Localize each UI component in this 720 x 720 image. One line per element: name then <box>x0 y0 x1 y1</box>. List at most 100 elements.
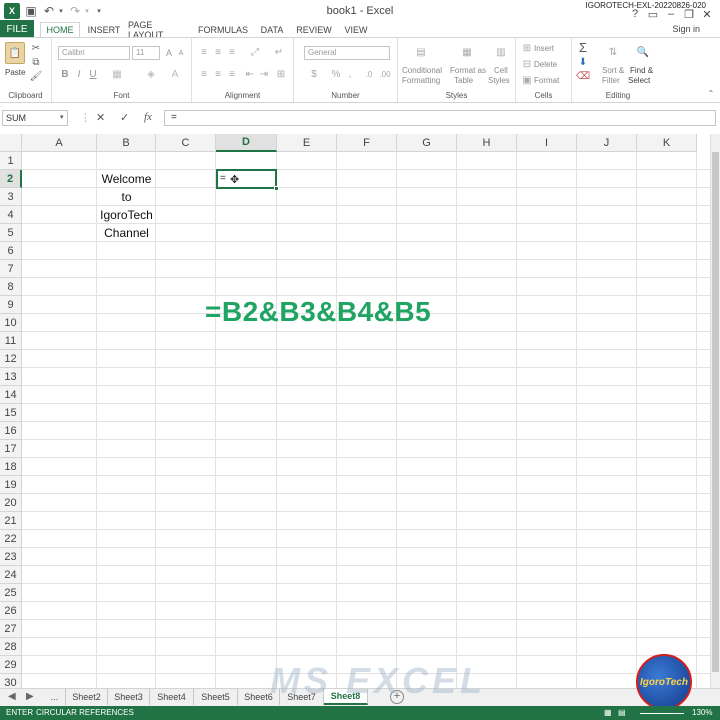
sort-filter-icon[interactable]: ⇅ <box>604 42 622 62</box>
delete-cells-label[interactable]: Delete <box>534 60 557 69</box>
align-left-icon[interactable]: ≡ <box>198 68 210 80</box>
row-header[interactable]: 20 <box>0 494 22 512</box>
paste-icon[interactable]: 📋 <box>5 42 25 64</box>
increase-indent-icon[interactable]: ⇥ <box>258 68 270 80</box>
row-header[interactable]: 12 <box>0 350 22 368</box>
conditional-formatting-label-2[interactable]: Formatting <box>402 76 440 85</box>
insert-function-button[interactable]: fx <box>144 111 152 123</box>
column-header[interactable]: D <box>216 134 277 152</box>
sheet-tab-ellipsis[interactable]: ... <box>44 689 66 705</box>
format-cells-label[interactable]: Format <box>534 76 559 85</box>
cancel-entry-button[interactable]: ✕ <box>96 111 105 124</box>
row-header[interactable]: 8 <box>0 278 22 296</box>
increase-font-icon[interactable]: A <box>164 47 174 59</box>
insert-cells-label[interactable]: Insert <box>534 44 554 53</box>
format-painter-icon[interactable]: 🖌 <box>30 70 43 82</box>
delete-cells-icon[interactable]: ⊟ <box>522 59 532 70</box>
row-header[interactable]: 2 <box>0 170 22 188</box>
row-header[interactable]: 7 <box>0 260 22 278</box>
number-format-select[interactable]: General <box>304 46 390 60</box>
paste-label[interactable]: Paste <box>5 68 25 77</box>
fill-icon[interactable]: ⬇ <box>576 56 590 68</box>
close-icon[interactable]: ✕ <box>700 8 714 21</box>
row-header[interactable]: 19 <box>0 476 22 494</box>
tab-file[interactable]: FILE <box>0 20 34 38</box>
insert-cells-icon[interactable]: ⊞ <box>522 43 532 54</box>
row-header[interactable]: 21 <box>0 512 22 530</box>
cell-b4[interactable]: IgoroTech <box>97 206 156 224</box>
column-header[interactable]: I <box>517 134 577 152</box>
zoom-level[interactable]: 130% <box>692 708 712 717</box>
find-select-label-1[interactable]: Find & <box>630 66 653 75</box>
tab-page-layout[interactable]: PAGE LAYOUT <box>128 20 190 40</box>
normal-view-icon[interactable]: ▦ <box>604 708 612 717</box>
row-header[interactable]: 5 <box>0 224 22 242</box>
column-header[interactable]: E <box>277 134 337 152</box>
borders-icon[interactable]: ▦ <box>110 68 124 80</box>
zoom-slider[interactable] <box>640 713 684 714</box>
cell-styles-icon[interactable]: ▥ <box>492 42 510 62</box>
confirm-entry-button[interactable]: ✓ <box>120 111 129 124</box>
row-header[interactable]: 13 <box>0 368 22 386</box>
percent-button[interactable]: % <box>330 68 342 80</box>
align-middle-icon[interactable]: ≡ <box>212 46 224 58</box>
help-icon[interactable]: ? <box>628 8 642 20</box>
tab-review[interactable]: REVIEW <box>294 22 334 38</box>
merge-center-icon[interactable]: ⊞ <box>274 68 288 80</box>
row-header[interactable]: 14 <box>0 386 22 404</box>
orientation-icon[interactable]: ⤢ <box>248 46 262 58</box>
decrease-indent-icon[interactable]: ⇤ <box>244 68 256 80</box>
row-header[interactable]: 4 <box>0 206 22 224</box>
worksheet-grid[interactable]: A B C D E F G H I J K 1 2 3 4 5 6 7 8 9 10 11 12 13 14 15 16 17 18 19… <box>0 134 720 690</box>
row-header[interactable]: 15 <box>0 404 22 422</box>
row-header[interactable]: 1 <box>0 152 22 170</box>
conditional-formatting-icon[interactable]: ▤ <box>412 42 430 62</box>
column-header[interactable]: C <box>156 134 216 152</box>
format-cells-icon[interactable]: ▣ <box>522 75 532 86</box>
next-sheet-icon[interactable]: ▶ <box>26 691 34 702</box>
tab-formulas[interactable]: FORMULAS <box>196 22 250 38</box>
collapse-ribbon-icon[interactable]: ⌃ <box>706 88 716 98</box>
column-header[interactable]: B <box>97 134 156 152</box>
format-as-table-label-1[interactable]: Format as <box>450 66 486 75</box>
sheet-tab-sheet4[interactable]: Sheet4 <box>150 689 194 705</box>
conditional-formatting-label-1[interactable]: Conditional <box>402 66 442 75</box>
font-name-select[interactable]: Calibri <box>58 46 130 60</box>
cut-icon[interactable]: ✂ <box>30 42 42 54</box>
align-top-icon[interactable]: ≡ <box>198 46 210 58</box>
row-header[interactable]: 25 <box>0 584 22 602</box>
row-header[interactable]: 9 <box>0 296 22 314</box>
row-header[interactable]: 18 <box>0 458 22 476</box>
clear-icon[interactable]: ⌫ <box>576 70 590 82</box>
row-header[interactable]: 10 <box>0 314 22 332</box>
row-header[interactable]: 3 <box>0 188 22 206</box>
find-select-icon[interactable]: 🔍 <box>634 42 652 62</box>
active-cell-d2[interactable]: = ✥ <box>216 169 279 191</box>
page-layout-view-icon[interactable]: ▤ <box>618 708 626 717</box>
row-header[interactable]: 23 <box>0 548 22 566</box>
column-header[interactable]: A <box>22 134 97 152</box>
column-header[interactable]: J <box>577 134 637 152</box>
wrap-text-icon[interactable]: ↵ <box>272 46 286 58</box>
cell-styles-label-1[interactable]: Cell <box>494 66 508 75</box>
circular-references-status[interactable]: CIRCULAR REFERENCES <box>36 708 134 717</box>
sort-filter-label-2[interactable]: Filter <box>602 76 620 85</box>
column-header[interactable]: F <box>337 134 397 152</box>
align-bottom-icon[interactable]: ≡ <box>226 46 238 58</box>
font-size-select[interactable]: 11 <box>132 46 160 60</box>
row-header[interactable]: 11 <box>0 332 22 350</box>
row-header[interactable]: 24 <box>0 566 22 584</box>
restore-icon[interactable]: ❐ <box>682 8 696 21</box>
sheet-tab-sheet2[interactable]: Sheet2 <box>66 689 108 705</box>
sheet-tab-sheet3[interactable]: Sheet3 <box>108 689 150 705</box>
decrease-decimal-icon[interactable]: .00 <box>378 68 392 80</box>
tab-home[interactable]: HOME <box>40 22 80 38</box>
minimize-icon[interactable]: – <box>664 8 678 20</box>
name-box-dropdown-icon[interactable]: ▾ <box>60 113 64 121</box>
formula-input[interactable]: = <box>164 110 716 126</box>
font-color-icon[interactable]: A <box>168 68 182 80</box>
fill-color-icon[interactable]: ◈ <box>144 68 158 80</box>
align-right-icon[interactable]: ≡ <box>226 68 238 80</box>
name-box[interactable]: SUM <box>2 110 68 126</box>
format-as-table-icon[interactable]: ▦ <box>458 42 476 62</box>
